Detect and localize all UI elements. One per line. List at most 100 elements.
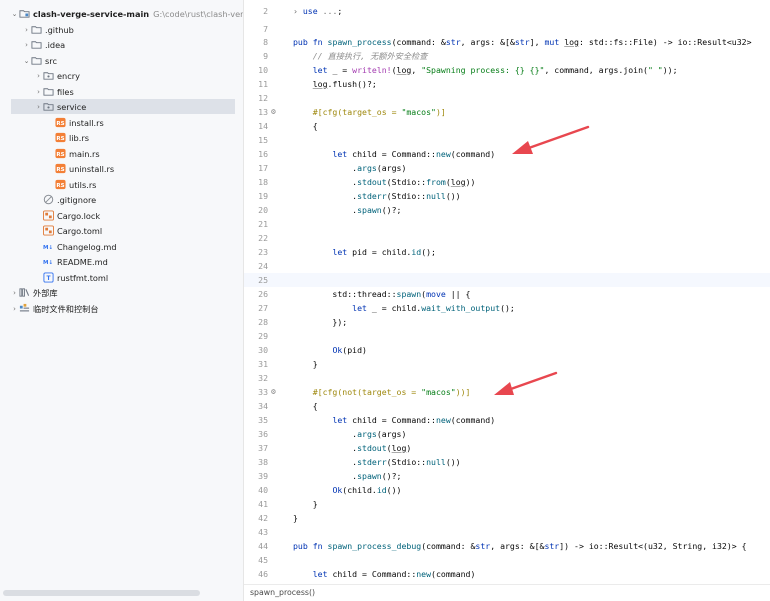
tree-item-src[interactable]: ⌄ src <box>0 53 243 68</box>
code-line[interactable]: 19 .stderr(Stdio::null()) <box>244 189 770 203</box>
annotation-arrow-1 <box>512 125 590 154</box>
annotation-arrow-2 <box>494 371 558 395</box>
tree-item-readme-md[interactable]: M↓ README.md <box>0 254 243 269</box>
code-line[interactable]: 23 let pid = child.id(); <box>244 245 770 259</box>
code-line[interactable]: 10 let _ = writeln!(log, "Spawning proce… <box>244 63 770 77</box>
breadcrumb-item[interactable]: spawn_process() <box>250 588 315 597</box>
code-line[interactable]: 41 } <box>244 497 770 511</box>
tree-item-main-rs[interactable]: RS main.rs <box>0 146 243 161</box>
tree-item-clash-verge-service-main[interactable]: ⌄ clash-verge-service-main G:\code\rust\cl… <box>0 6 243 21</box>
tree-item-rustfmt-toml[interactable]: Trustfmt.toml <box>0 270 243 285</box>
code-text: .args(args) <box>293 161 406 175</box>
code-line[interactable]: 18 .stdout(Stdio::from(log)) <box>244 175 770 189</box>
code-line[interactable]: 40 Ok(child.id()) <box>244 483 770 497</box>
chevron-down-icon[interactable]: ⌄ <box>22 57 31 65</box>
code-text: { <box>293 399 318 413</box>
tree-item-files[interactable]: › files <box>0 84 243 99</box>
code-text: #[cfg(not(target_os = "macos"))] <box>293 385 471 399</box>
code-line[interactable]: 7 <box>244 22 770 36</box>
code-token: log <box>391 443 407 453</box>
code-token: #[cfg(target_os = <box>312 107 402 117</box>
tree-item-lib-rs[interactable]: RS lib.rs <box>0 130 243 145</box>
code-line[interactable]: 28 }); <box>244 315 770 329</box>
code-line[interactable]: 37 .stdout(log) <box>244 441 770 455</box>
code-line[interactable]: 27 let _ = child.wait_with_output(); <box>244 301 770 315</box>
tree-item-utils-rs[interactable]: RS utils.rs <box>0 177 243 192</box>
code-line[interactable]: 39 .spawn()?; <box>244 469 770 483</box>
code-line[interactable]: 21 <box>244 217 770 231</box>
code-line[interactable]: 43 <box>244 525 770 539</box>
code-token: null <box>426 191 446 201</box>
line-number: 37 <box>258 443 268 453</box>
code-line[interactable]: 17 .args(args) <box>244 161 770 175</box>
code-token: str <box>544 541 560 551</box>
code-text: let child = Command::new(command) <box>293 567 476 581</box>
code-line[interactable]: 44 pub fn spawn_process_debug(command: &s… <box>244 539 770 553</box>
tree-item-[interactable]: › 临时文件和控制台 <box>0 301 243 316</box>
code-token: ], <box>529 37 545 47</box>
tree-item-encry[interactable]: › encry <box>0 68 243 83</box>
tree-horizontal-scrollbar[interactable] <box>3 590 200 596</box>
rust-file-icon: RS <box>55 179 66 190</box>
code-line[interactable]: 26 std::thread::spawn(move || { <box>244 287 770 301</box>
line-number: 36 <box>258 429 268 439</box>
code-line[interactable]: 12 <box>244 91 770 105</box>
code-line[interactable]: 38 .stderr(Stdio::null()) <box>244 455 770 469</box>
tree-item-install-rs[interactable]: RS install.rs <box>0 115 243 130</box>
tree-item-changelog-md[interactable]: M↓ Changelog.md <box>0 239 243 254</box>
settings-gutter-icon[interactable]: ⚙ <box>271 385 281 399</box>
code-line[interactable]: 46 let child = Command::new(command) <box>244 567 770 581</box>
code-line[interactable]: 35 let child = Command::new(command) <box>244 413 770 427</box>
code-text: } <box>293 357 318 371</box>
line-number: 23 <box>258 247 268 257</box>
code-token: (command: & <box>391 37 446 47</box>
tree-item-gitignore[interactable]: .gitignore <box>0 192 243 207</box>
tree-item-github[interactable]: › .github <box>0 22 243 37</box>
chevron-right-icon[interactable]: › <box>22 26 31 34</box>
chevron-right-icon[interactable]: › <box>10 289 19 297</box>
code-line[interactable]: 2 › use ...; <box>244 4 770 18</box>
tree-item-cargo-toml[interactable]: Cargo.toml <box>0 223 243 238</box>
code-token: #[cfg(not(target_os = <box>312 387 422 397</box>
tree-item-uninstall-rs[interactable]: RS uninstall.rs <box>0 161 243 176</box>
code-line[interactable]: 34 { <box>244 399 770 413</box>
code-line[interactable]: 20 .spawn()?; <box>244 203 770 217</box>
code-token: str <box>445 37 461 47</box>
code-token: id <box>376 485 387 495</box>
chevron-right-icon[interactable]: › <box>34 88 43 96</box>
tree-item-idea[interactable]: › .idea <box>0 37 243 52</box>
chevron-right-icon[interactable]: › <box>34 103 43 111</box>
library-icon <box>19 287 30 298</box>
code-line[interactable]: 24 <box>244 259 770 273</box>
chevron-right-icon[interactable]: › <box>34 72 43 80</box>
code-line[interactable]: 30 Ok(pid) <box>244 343 770 357</box>
code-line[interactable]: 45 <box>244 553 770 567</box>
tree-item-cargo-lock[interactable]: Cargo.lock <box>0 208 243 223</box>
chevron-right-icon[interactable]: › <box>22 41 31 49</box>
code-token: child = Command:: <box>327 569 417 579</box>
line-number: 39 <box>258 471 268 481</box>
tree-item-label: install.rs <box>69 117 104 128</box>
code-line[interactable]: 9 // 直接执行, 无额外安全检查 <box>244 49 770 63</box>
chevron-down-icon[interactable]: ⌄ <box>10 10 19 18</box>
code-editor[interactable]: 46 let child = Command::new(command) 45 44… <box>244 0 770 584</box>
code-token: stderr <box>357 457 387 467</box>
tree-item-label: lib.rs <box>69 132 89 143</box>
code-token: (); <box>500 303 515 313</box>
code-line[interactable]: 22 <box>244 231 770 245</box>
code-line[interactable]: 42} <box>244 511 770 525</box>
code-line[interactable]: 8 pub fn spawn_process(command: &str, arg… <box>244 35 770 49</box>
tree-item-service[interactable]: › service <box>11 99 235 115</box>
tree-item-[interactable]: › 外部库 <box>0 285 243 300</box>
code-line[interactable]: 11 log.flush()?; <box>244 77 770 91</box>
code-line-current[interactable]: 25 <box>244 273 770 287</box>
code-line[interactable]: 13 ⚙ #[cfg(target_os = "macos")] <box>244 105 770 119</box>
code-token: spawn <box>396 289 422 299</box>
settings-gutter-icon[interactable]: ⚙ <box>271 105 281 119</box>
chevron-right-icon[interactable]: › <box>10 305 19 313</box>
code-line[interactable]: 29 <box>244 329 770 343</box>
project-tree[interactable]: ⌄ clash-verge-service-main G:\code\rust\cl… <box>0 0 244 601</box>
code-line[interactable]: 36 .args(args) <box>244 427 770 441</box>
line-number: 11 <box>258 79 268 89</box>
status-breadcrumb[interactable]: spawn_process() <box>244 584 770 601</box>
